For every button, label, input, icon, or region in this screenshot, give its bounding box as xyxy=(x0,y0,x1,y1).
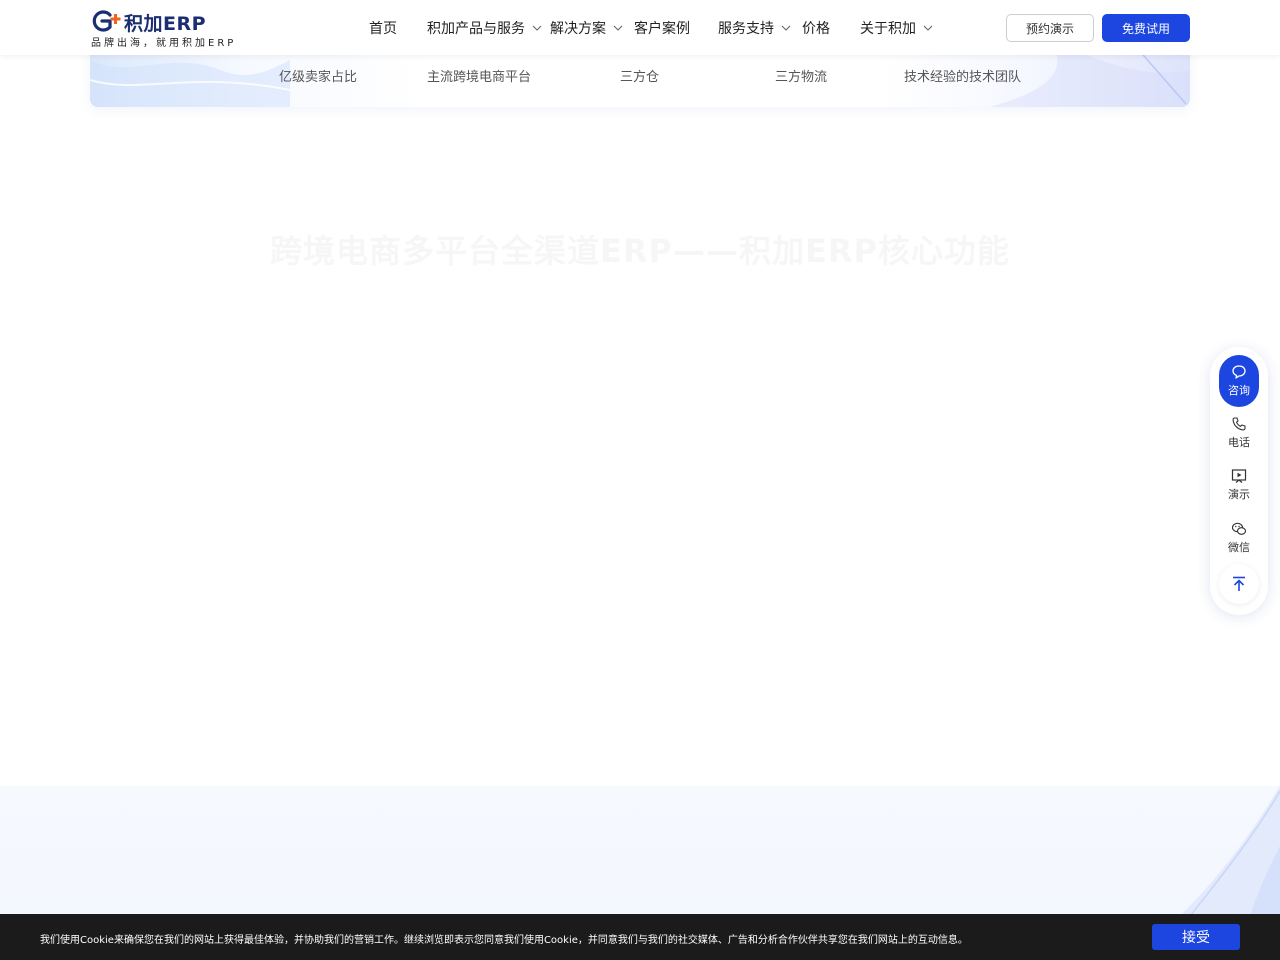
cookie-consent-bar: 我们使用Cookie来确保您在我们的网站上获得最佳体验，并协助我们的营销工作。继… xyxy=(0,914,1280,960)
stat-label: 亿级卖家占比 xyxy=(279,70,358,85)
floating-contact-bar: 咨询 电话 演示 微信 xyxy=(1210,347,1268,615)
nav-label: 价格 xyxy=(802,21,830,37)
nav-label: 解决方案 xyxy=(550,21,606,37)
wechat-label: 微信 xyxy=(1228,541,1250,554)
cookie-notice-text: 我们使用Cookie来确保您在我们的网站上获得最佳体验，并协助我们的营销工作。继… xyxy=(40,935,968,946)
site-header: 积加ERP 品牌出海，就用积加ERP 首页 积加产品与服务 解决方案 客户案例 … xyxy=(0,0,1280,55)
back-to-top-icon xyxy=(1233,576,1245,591)
consult-label: 咨询 xyxy=(1228,384,1250,397)
nav-item-pricing[interactable]: 价格 xyxy=(802,18,830,38)
nav-item-solutions[interactable]: 解决方案 xyxy=(550,18,624,38)
wechat-icon xyxy=(1231,522,1247,535)
book-demo-button[interactable]: 预约演示 xyxy=(1006,14,1094,42)
phone-button[interactable]: 电话 xyxy=(1219,407,1259,459)
stat-label: 主流跨境电商平台 xyxy=(427,70,532,85)
nav-label: 服务支持 xyxy=(718,21,774,37)
demo-label: 演示 xyxy=(1228,488,1250,501)
gplus-logo-icon xyxy=(92,10,121,32)
nav-item-products[interactable]: 积加产品与服务 xyxy=(427,18,543,38)
nav-item-about[interactable]: 关于积加 xyxy=(860,18,934,38)
cookie-accept-button[interactable]: 接受 xyxy=(1152,924,1240,950)
stat-label: 三方物流 xyxy=(775,70,828,85)
brand-logo[interactable]: 积加ERP 品牌出海，就用积加ERP xyxy=(90,9,240,49)
chevron-down-icon xyxy=(923,25,933,31)
wechat-button[interactable]: 微信 xyxy=(1219,512,1259,564)
nav-label: 客户案例 xyxy=(634,21,690,37)
nav-item-cases[interactable]: 客户案例 xyxy=(634,18,690,38)
play-screen-icon xyxy=(1231,469,1247,483)
consult-button[interactable]: 咨询 xyxy=(1219,355,1259,407)
back-to-top-button[interactable] xyxy=(1219,564,1259,604)
nav-label: 积加产品与服务 xyxy=(427,21,525,37)
stat-label: 三方仓 xyxy=(620,70,660,85)
chevron-down-icon xyxy=(781,25,791,31)
stat-label: 技术经验的技术团队 xyxy=(904,70,1022,85)
nav-label: 首页 xyxy=(369,21,397,37)
chat-bubble-icon xyxy=(1232,365,1246,379)
brand-name: 积加ERP xyxy=(124,13,207,35)
nav-item-home[interactable]: 首页 xyxy=(369,18,397,38)
nav-label: 关于积加 xyxy=(860,21,916,37)
wave-decoration xyxy=(1180,786,1280,916)
features-section-background xyxy=(0,786,1280,916)
brand-slogan: 品牌出海，就用积加ERP xyxy=(91,38,237,49)
phone-icon xyxy=(1232,417,1246,431)
phone-label: 电话 xyxy=(1228,436,1250,449)
section-title: 跨境电商多平台全渠道ERP——积加ERP核心功能 xyxy=(0,226,1280,272)
chevron-down-icon xyxy=(532,25,542,31)
free-trial-button[interactable]: 免费试用 xyxy=(1102,14,1190,42)
nav-item-support[interactable]: 服务支持 xyxy=(718,18,792,38)
chevron-down-icon xyxy=(613,25,623,31)
demo-button[interactable]: 演示 xyxy=(1219,459,1259,511)
